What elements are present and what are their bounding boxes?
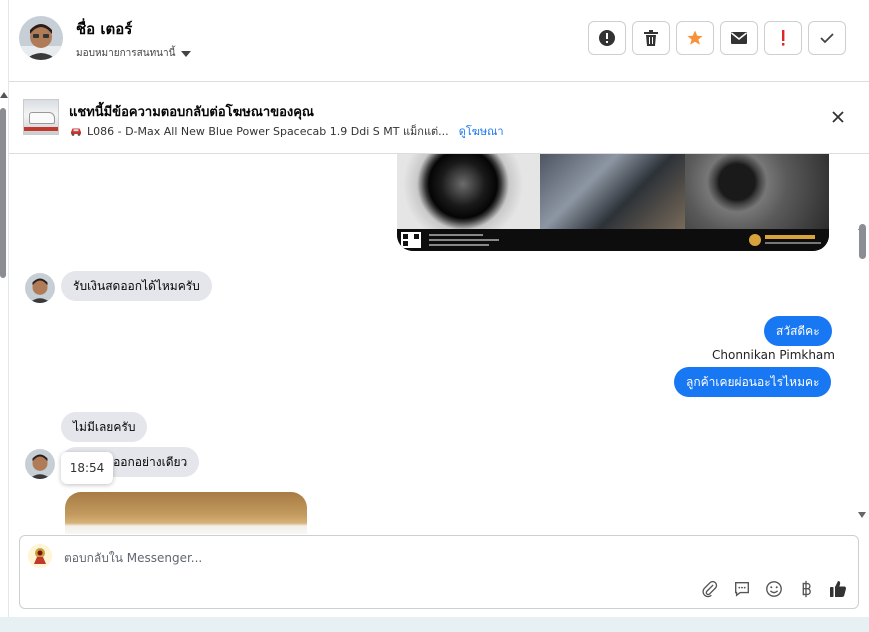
ad-thumbnail[interactable] bbox=[23, 99, 59, 135]
message-input[interactable] bbox=[64, 548, 664, 568]
close-banner-button[interactable] bbox=[829, 108, 847, 126]
message-thread[interactable]: รับเงินสดออกได้ไหมครับ สวัสดีคะ Chonnika… bbox=[9, 154, 869, 534]
assign-conversation-dropdown[interactable]: มอบหมายการสนทนานี้ bbox=[76, 46, 192, 61]
saved-reply-icon bbox=[735, 582, 749, 597]
outgoing-message-bubble[interactable]: สวัสดีคะ bbox=[764, 316, 832, 346]
scroll-thumb[interactable] bbox=[0, 108, 6, 278]
contact-avatar[interactable] bbox=[19, 16, 63, 60]
paperclip-icon bbox=[702, 580, 718, 598]
contact-avatar-small[interactable] bbox=[25, 449, 55, 479]
header-actions bbox=[588, 21, 846, 55]
bottom-strip bbox=[0, 617, 869, 632]
envelope-icon bbox=[731, 32, 747, 44]
thumbs-up-icon bbox=[830, 581, 847, 597]
car-icon bbox=[71, 128, 81, 136]
ad-banner-title: แชทนี้มีข้อความตอบกลับต่อโฆษณาของคุณ bbox=[69, 105, 314, 120]
delete-button[interactable] bbox=[632, 21, 670, 55]
emoji-button[interactable] bbox=[764, 579, 784, 599]
baht-icon bbox=[802, 580, 811, 598]
scroll-up-arrow-icon[interactable] bbox=[0, 92, 8, 98]
mark-spam-button[interactable] bbox=[588, 21, 626, 55]
incoming-message-bubble[interactable]: ไม่มีเลยครับ bbox=[61, 412, 148, 442]
mark-unread-button[interactable] bbox=[720, 21, 758, 55]
assign-label: มอบหมายการสนทนานี้ bbox=[76, 48, 176, 59]
mark-important-button[interactable] bbox=[764, 21, 802, 55]
contact-avatar-small[interactable] bbox=[25, 273, 55, 303]
thumbs-up-button[interactable] bbox=[828, 579, 848, 599]
checkmark-icon bbox=[820, 33, 834, 44]
payment-button[interactable] bbox=[796, 579, 816, 599]
incoming-photo[interactable] bbox=[65, 492, 307, 534]
composer-toolbar bbox=[700, 579, 848, 599]
conversation-header: ชื่อ เตอร์ มอบหมายการสนทนานี้ bbox=[9, 0, 869, 82]
saved-reply-button[interactable] bbox=[732, 579, 752, 599]
incoming-message-bubble[interactable]: รับเงินสดออกได้ไหมครับ bbox=[61, 271, 212, 301]
ad-creative-image[interactable] bbox=[397, 154, 829, 251]
alert-circle-icon bbox=[599, 30, 615, 46]
exclamation-icon bbox=[782, 30, 785, 46]
sender-name: Chonnikan Pimkham bbox=[712, 348, 835, 362]
emoji-icon bbox=[766, 581, 782, 597]
attach-button[interactable] bbox=[700, 579, 720, 599]
close-icon bbox=[832, 111, 844, 123]
ad-banner-subtitle: L086 - D-Max All New Blue Power Spacecab… bbox=[69, 122, 504, 140]
chevron-down-icon bbox=[181, 50, 192, 57]
thread-scroll-thumb[interactable] bbox=[859, 224, 866, 259]
star-button[interactable] bbox=[676, 21, 714, 55]
outgoing-message-bubble[interactable]: ลูกค้าเคยผ่อนอะไรไหมคะ bbox=[674, 367, 832, 397]
timestamp-tooltip: 18:54 bbox=[61, 452, 113, 484]
mark-done-button[interactable] bbox=[808, 21, 846, 55]
scroll-down-arrow-icon[interactable] bbox=[858, 512, 866, 518]
page-avatar bbox=[28, 544, 52, 568]
left-scrollbar[interactable] bbox=[0, 0, 9, 632]
ad-name: L086 - D-Max All New Blue Power Spacecab… bbox=[87, 125, 449, 138]
trash-icon bbox=[644, 30, 658, 46]
reply-composer bbox=[19, 535, 859, 609]
ad-reply-banner: แชทนี้มีข้อความตอบกลับต่อโฆษณาของคุณ L08… bbox=[9, 82, 869, 154]
contact-name[interactable]: ชื่อ เตอร์ bbox=[76, 17, 132, 41]
view-ad-link[interactable]: ดูโฆษณา bbox=[459, 122, 504, 140]
star-icon bbox=[687, 30, 703, 45]
